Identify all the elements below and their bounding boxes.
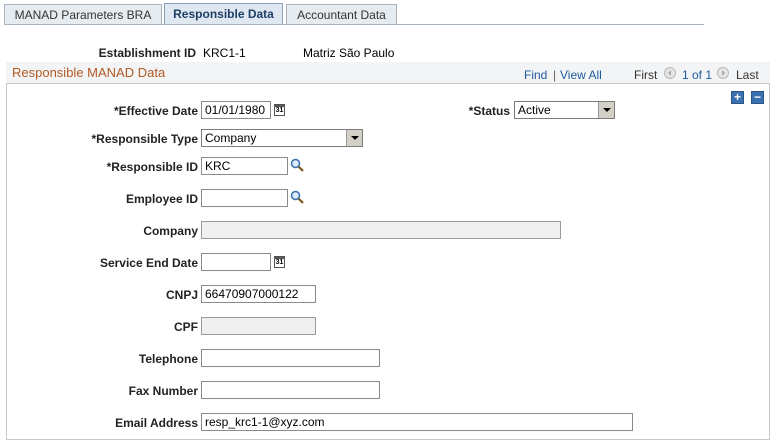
establishment-id-value: KRC1-1 <box>203 46 246 60</box>
employee-id-label: Employee ID <box>125 192 198 206</box>
tab-label: MANAD Parameters BRA <box>14 8 152 22</box>
cpf-label: CPF <box>174 320 198 334</box>
chevron-down-icon <box>598 102 614 118</box>
calendar-icon[interactable]: 31 <box>274 256 285 268</box>
effective-date-label: *Effective Date <box>113 104 198 118</box>
cnpj-input[interactable] <box>201 285 316 303</box>
status-select-value: Active <box>518 103 551 117</box>
employee-id-input[interactable] <box>201 189 288 207</box>
tab-responsible-data[interactable]: Responsible Data <box>164 3 283 25</box>
company-field <box>201 221 561 239</box>
calendar-icon[interactable]: 31 <box>274 104 285 116</box>
find-link[interactable]: Find <box>524 68 547 82</box>
chevron-down-icon <box>346 130 362 146</box>
tab-baseline <box>4 24 704 25</box>
status-select[interactable]: Active <box>514 101 615 119</box>
magnifier-icon[interactable] <box>290 190 304 204</box>
email-address-input[interactable] <box>201 413 633 431</box>
telephone-input[interactable] <box>201 349 380 367</box>
responsible-type-label: *Responsible Type <box>91 132 198 146</box>
fax-number-input[interactable] <box>201 381 380 399</box>
tab-label: Accountant Data <box>297 8 386 22</box>
nav-separator: | <box>553 68 557 82</box>
responsible-id-input[interactable] <box>201 157 288 175</box>
add-row-button[interactable]: + <box>731 91 744 104</box>
establishment-description: Matriz São Paulo <box>303 46 395 60</box>
tab-label: Responsible Data <box>173 7 274 21</box>
responsible-id-label: *Responsible ID <box>106 160 198 174</box>
company-label: Company <box>143 224 198 238</box>
status-label: *Status <box>468 104 510 118</box>
email-address-label: Email Address <box>115 416 198 430</box>
responsible-type-value: Company <box>205 131 257 145</box>
view-all-link[interactable]: View All <box>560 68 602 82</box>
cnpj-label: CNPJ <box>165 288 198 302</box>
tab-manad-parameters-bra[interactable]: MANAD Parameters BRA <box>4 4 162 24</box>
last-label: Last <box>736 68 759 82</box>
service-end-date-input[interactable] <box>201 253 271 271</box>
establishment-id-label: Establishment ID <box>98 46 196 60</box>
next-arrow-icon[interactable] <box>717 67 729 79</box>
first-label: First <box>634 68 658 82</box>
tab-accountant-data[interactable]: Accountant Data <box>286 4 397 24</box>
responsible-type-select[interactable]: Company <box>201 129 363 147</box>
delete-row-button[interactable]: − <box>751 91 764 104</box>
fax-number-label: Fax Number <box>128 384 198 398</box>
range-indicator: 1 of 1 <box>682 68 713 82</box>
section-title: Responsible MANAD Data <box>12 65 166 80</box>
effective-date-input[interactable] <box>201 101 271 119</box>
service-end-date-label: Service End Date <box>99 256 198 270</box>
previous-arrow-icon[interactable] <box>664 67 676 79</box>
magnifier-icon[interactable] <box>290 158 304 172</box>
telephone-label: Telephone <box>138 352 198 366</box>
cpf-field <box>201 317 316 335</box>
